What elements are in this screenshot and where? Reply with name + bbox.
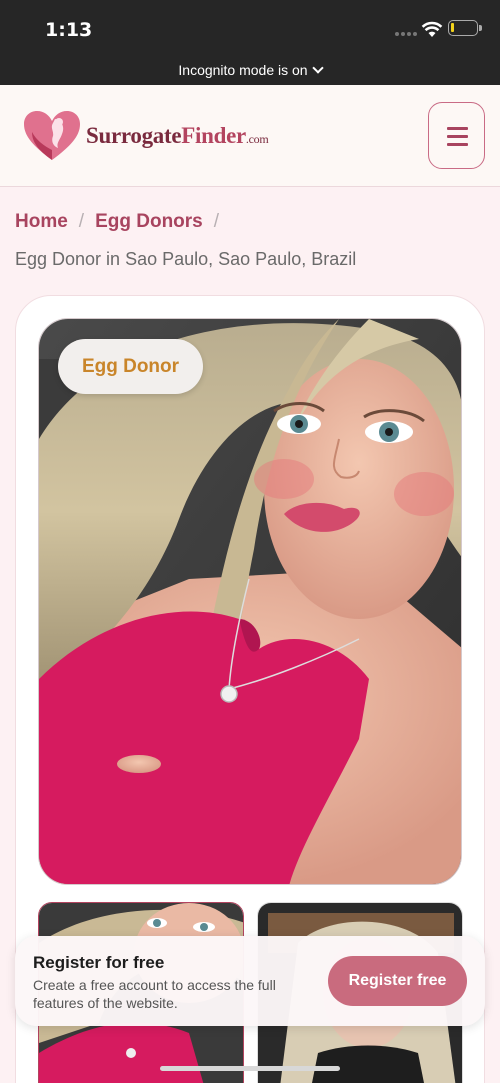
register-description: Create a free account to access the full…	[33, 977, 276, 1011]
profile-main-photo[interactable]	[38, 318, 462, 885]
breadcrumb: Home / Egg Donors /	[15, 211, 230, 233]
page-subtitle: Egg Donor in Sao Paulo, Sao Paulo, Brazi…	[15, 249, 357, 269]
hamburger-menu-icon	[447, 127, 468, 130]
status-time: 1:13	[45, 19, 93, 41]
breadcrumb-home-link[interactable]: Home	[15, 211, 68, 233]
site-header: SurrogateFinder.com	[0, 85, 500, 187]
chevron-down-icon	[311, 62, 324, 74]
logo-wordmark: SurrogateFinder.com	[86, 123, 269, 149]
incognito-indicator[interactable]: Incognito mode is on	[0, 58, 500, 85]
home-indicator[interactable]	[160, 1066, 340, 1071]
incognito-label: Incognito mode is on	[178, 62, 308, 78]
breadcrumb-separator: /	[213, 211, 220, 232]
site-logo[interactable]: SurrogateFinder.com	[22, 110, 269, 162]
wifi-icon	[421, 21, 443, 37]
breadcrumb-egg-donors-link[interactable]: Egg Donors	[95, 211, 203, 233]
register-banner: Register for free Create a free account …	[15, 936, 485, 1026]
cellular-signal-icon	[395, 32, 417, 36]
register-title: Register for free	[33, 953, 165, 972]
hamburger-line	[447, 135, 468, 138]
battery-icon	[448, 20, 482, 36]
egg-donor-badge: Egg Donor	[58, 339, 203, 394]
register-free-button[interactable]: Register free	[328, 956, 467, 1006]
hamburger-menu-button[interactable]	[428, 102, 485, 169]
logo-part-surrogate: Surrogate	[86, 123, 182, 148]
breadcrumb-separator: /	[78, 211, 85, 232]
hamburger-line	[447, 143, 468, 146]
status-bar: 1:13	[0, 0, 500, 58]
logo-part-domain: .com	[245, 132, 269, 146]
logo-part-finder: Finder	[181, 123, 246, 148]
profile-photo-image	[39, 319, 461, 884]
heart-logo-icon	[24, 111, 80, 160]
